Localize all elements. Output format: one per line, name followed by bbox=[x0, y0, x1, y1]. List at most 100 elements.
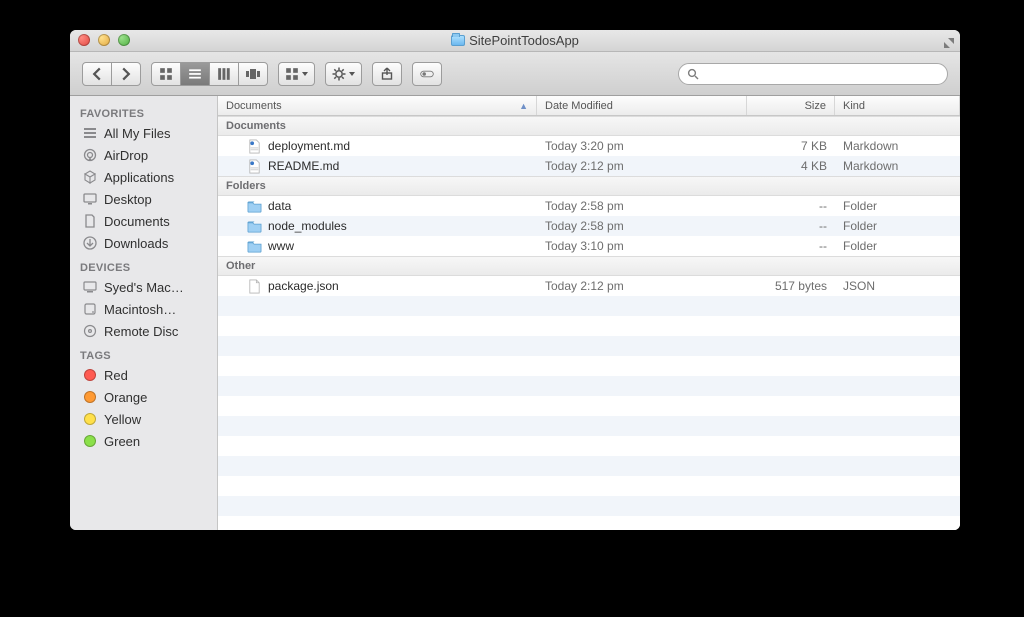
view-list-button[interactable] bbox=[180, 62, 210, 86]
window-title: SitePointTodosApp bbox=[451, 33, 579, 48]
folder-icon bbox=[451, 35, 465, 46]
back-button[interactable] bbox=[82, 62, 112, 86]
view-columns-button[interactable] bbox=[209, 62, 239, 86]
sidebar-item[interactable]: Orange bbox=[70, 386, 217, 408]
sidebar-item[interactable]: Remote Disc bbox=[70, 320, 217, 342]
file-list[interactable]: Documentsdeployment.mdToday 3:20 pm7 KBM… bbox=[218, 116, 960, 530]
column-header-name-label: Documents bbox=[226, 100, 282, 112]
sidebar-item-label: Green bbox=[104, 434, 140, 449]
sort-ascending-icon: ▲ bbox=[519, 101, 528, 111]
sidebar-item-label: Applications bbox=[104, 170, 174, 185]
tags-button[interactable] bbox=[412, 62, 442, 86]
view-icons-button[interactable] bbox=[151, 62, 181, 86]
sidebar-item[interactable]: Documents bbox=[70, 210, 217, 232]
folder-icon bbox=[246, 238, 262, 254]
file-row[interactable]: data Today 2:58 pm--Folder bbox=[218, 196, 960, 216]
group-header[interactable]: Other bbox=[218, 256, 960, 276]
file-date: Today 2:58 pm bbox=[537, 199, 747, 213]
file-kind: Folder bbox=[835, 199, 960, 213]
tag-dot bbox=[82, 389, 98, 405]
file-row[interactable]: README.mdToday 2:12 pm4 KBMarkdown bbox=[218, 156, 960, 176]
file-size: 7 KB bbox=[747, 139, 835, 153]
nav-buttons bbox=[82, 62, 141, 86]
column-header-kind[interactable]: Kind bbox=[835, 96, 960, 115]
file-row[interactable]: package.jsonToday 2:12 pm517 bytesJSON bbox=[218, 276, 960, 296]
sidebar-item-label: AirDrop bbox=[104, 148, 148, 163]
sidebar-item-label: Orange bbox=[104, 390, 147, 405]
sidebar-item[interactable]: Applications bbox=[70, 166, 217, 188]
optical-disc-icon bbox=[82, 323, 98, 339]
tag-dot bbox=[82, 433, 98, 449]
markdown-file-icon bbox=[246, 158, 262, 174]
file-date: Today 2:12 pm bbox=[537, 159, 747, 173]
folder-icon bbox=[246, 218, 262, 234]
arrange-button[interactable] bbox=[278, 62, 315, 86]
airdrop-icon bbox=[82, 147, 98, 163]
file-name: package.json bbox=[268, 279, 339, 293]
file-date: Today 2:58 pm bbox=[537, 219, 747, 233]
window-title-text: SitePointTodosApp bbox=[469, 33, 579, 48]
file-list-pane: Documents ▲ Date Modified Size Kind Docu… bbox=[218, 96, 960, 530]
search-icon bbox=[687, 68, 699, 80]
traffic-lights bbox=[78, 34, 130, 46]
file-row[interactable]: deployment.mdToday 3:20 pm7 KBMarkdown bbox=[218, 136, 960, 156]
file-kind: JSON bbox=[835, 279, 960, 293]
forward-button[interactable] bbox=[111, 62, 141, 86]
sidebar-item[interactable]: Desktop bbox=[70, 188, 217, 210]
markdown-file-icon bbox=[246, 138, 262, 154]
file-row[interactable]: wwwToday 3:10 pm--Folder bbox=[218, 236, 960, 256]
titlebar[interactable]: SitePointTodosApp bbox=[70, 30, 960, 52]
zoom-button[interactable] bbox=[118, 34, 130, 46]
file-row[interactable]: node_modulesToday 2:58 pm--Folder bbox=[218, 216, 960, 236]
group-header[interactable]: Folders bbox=[218, 176, 960, 196]
sidebar-item[interactable]: AirDrop bbox=[70, 144, 217, 166]
documents-icon bbox=[82, 213, 98, 229]
sidebar-item[interactable]: Downloads bbox=[70, 232, 217, 254]
fullscreen-button[interactable] bbox=[944, 35, 954, 45]
minimize-button[interactable] bbox=[98, 34, 110, 46]
desktop-icon bbox=[82, 191, 98, 207]
close-button[interactable] bbox=[78, 34, 90, 46]
file-kind: Folder bbox=[835, 239, 960, 253]
file-date: Today 3:10 pm bbox=[537, 239, 747, 253]
sidebar-item[interactable]: Yellow bbox=[70, 408, 217, 430]
search-input[interactable] bbox=[705, 67, 939, 81]
sidebar-item-label: Desktop bbox=[104, 192, 152, 207]
arrange-group bbox=[278, 62, 315, 86]
sidebar-item[interactable]: Macintosh… bbox=[70, 298, 217, 320]
file-name: data bbox=[268, 199, 291, 213]
applications-icon bbox=[82, 169, 98, 185]
sidebar-heading: DEVICES bbox=[70, 254, 217, 276]
action-button[interactable] bbox=[325, 62, 362, 86]
sidebar-item[interactable]: Red bbox=[70, 364, 217, 386]
sidebar-item[interactable]: Syed's Mac… bbox=[70, 276, 217, 298]
all-my-files-icon bbox=[82, 125, 98, 141]
view-coverflow-button[interactable] bbox=[238, 62, 268, 86]
file-kind: Folder bbox=[835, 219, 960, 233]
column-header-date[interactable]: Date Modified bbox=[537, 96, 747, 115]
column-header-size[interactable]: Size bbox=[747, 96, 835, 115]
group-header[interactable]: Documents bbox=[218, 116, 960, 136]
sidebar-item[interactable]: Green bbox=[70, 430, 217, 452]
file-name: README.md bbox=[268, 159, 339, 173]
tag-dot bbox=[82, 411, 98, 427]
downloads-icon bbox=[82, 235, 98, 251]
file-size: 4 KB bbox=[747, 159, 835, 173]
sidebar-item-label: Syed's Mac… bbox=[104, 280, 184, 295]
column-header-name[interactable]: Documents ▲ bbox=[218, 96, 537, 115]
share-button[interactable] bbox=[372, 62, 402, 86]
file-name: node_modules bbox=[268, 219, 347, 233]
file-size: -- bbox=[747, 199, 835, 213]
file-name: www bbox=[268, 239, 294, 253]
file-size: 517 bytes bbox=[747, 279, 835, 293]
search-field[interactable] bbox=[678, 63, 948, 85]
column-headers: Documents ▲ Date Modified Size Kind bbox=[218, 96, 960, 116]
toolbar bbox=[70, 52, 960, 96]
view-mode-buttons bbox=[151, 62, 268, 86]
sidebar-item-label: All My Files bbox=[104, 126, 170, 141]
sidebar-item[interactable]: All My Files bbox=[70, 122, 217, 144]
disk-icon bbox=[82, 301, 98, 317]
tag-dot bbox=[82, 367, 98, 383]
generic-file-icon bbox=[246, 278, 262, 294]
sidebar-heading: FAVORITES bbox=[70, 100, 217, 122]
